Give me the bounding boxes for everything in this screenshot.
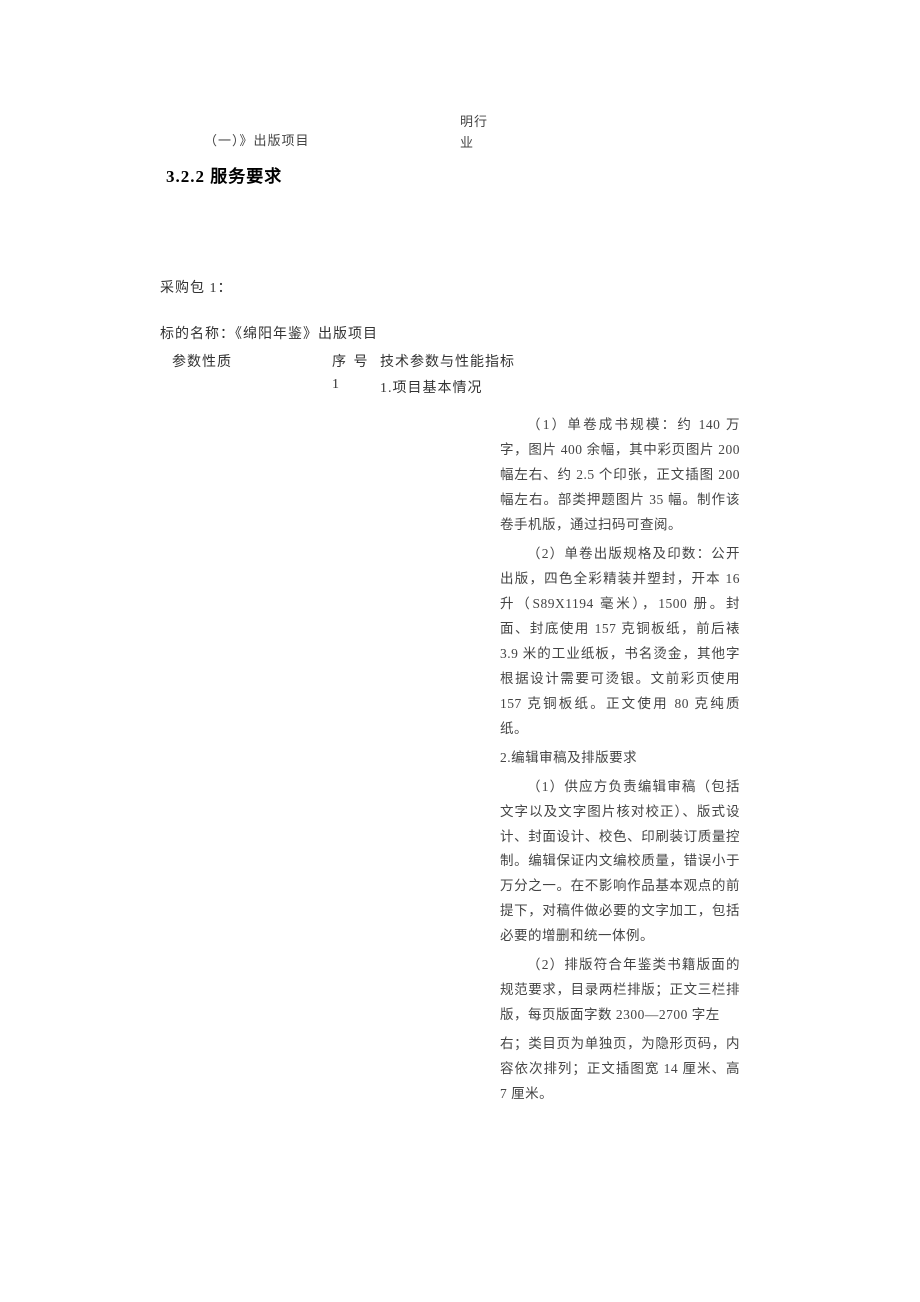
seq-value: 1 (332, 377, 339, 393)
spec-paragraph-2-1: （1）供应方负责编辑审稿（包括文字以及文字图片核对校正）、版式设计、封面设计、校… (500, 775, 740, 950)
package-label: 采购包 1： (160, 277, 760, 297)
header-right-fragment: 明行 业 (460, 112, 488, 154)
col-header-spec: 技术参数与性能指标 (380, 351, 515, 371)
header-right-line-1: 明行 (460, 112, 488, 133)
spec-title-1: 1.项目基本情况 (380, 377, 483, 397)
header-left-fragment: （一）》出版项目 (204, 130, 310, 149)
spec-paragraph-1-1: （1）单卷成书规模：约 140 万字，图片 400 余幅，其中彩页图片 200 … (500, 413, 740, 538)
spec-title-2: 2.编辑审稿及排版要求 (500, 746, 740, 771)
header-fragment-row: （一）》出版项目 明行 业 (160, 100, 760, 150)
section-heading: 3.2.2 服务要求 (166, 162, 760, 187)
col-header-param: 参数性质 (172, 351, 232, 371)
col-header-seq: 序 号 (332, 351, 370, 371)
spec-detail-column: （1）单卷成书规模：约 140 万字，图片 400 余幅，其中彩页图片 200 … (500, 413, 740, 1107)
header-right-line-2: 业 (460, 133, 488, 154)
document-page: （一）》出版项目 明行 业 3.2.2 服务要求 采购包 1： 标的名称：《绵阳… (0, 0, 920, 1171)
spec-paragraph-2-3: 右；类目页为单独页，为隐形页码，内容依次排列；正文插图宽 14 厘米、高 7 厘… (500, 1032, 740, 1107)
table-header-row: 参数性质 序 号 技术参数与性能指标 (160, 351, 760, 373)
spec-paragraph-2-2: （2）排版符合年鉴类书籍版面的规范要求，目录两栏排版；正文三栏排版，每页版面字数… (500, 953, 740, 1028)
table-row: 1 1.项目基本情况 (160, 377, 760, 399)
subject-name-line: 标的名称：《绵阳年鉴》出版项目 (160, 323, 760, 343)
spec-paragraph-1-2: （2）单卷出版规格及印数：公开出版，四色全彩精装并塑封，开本 16 升（S89X… (500, 542, 740, 742)
